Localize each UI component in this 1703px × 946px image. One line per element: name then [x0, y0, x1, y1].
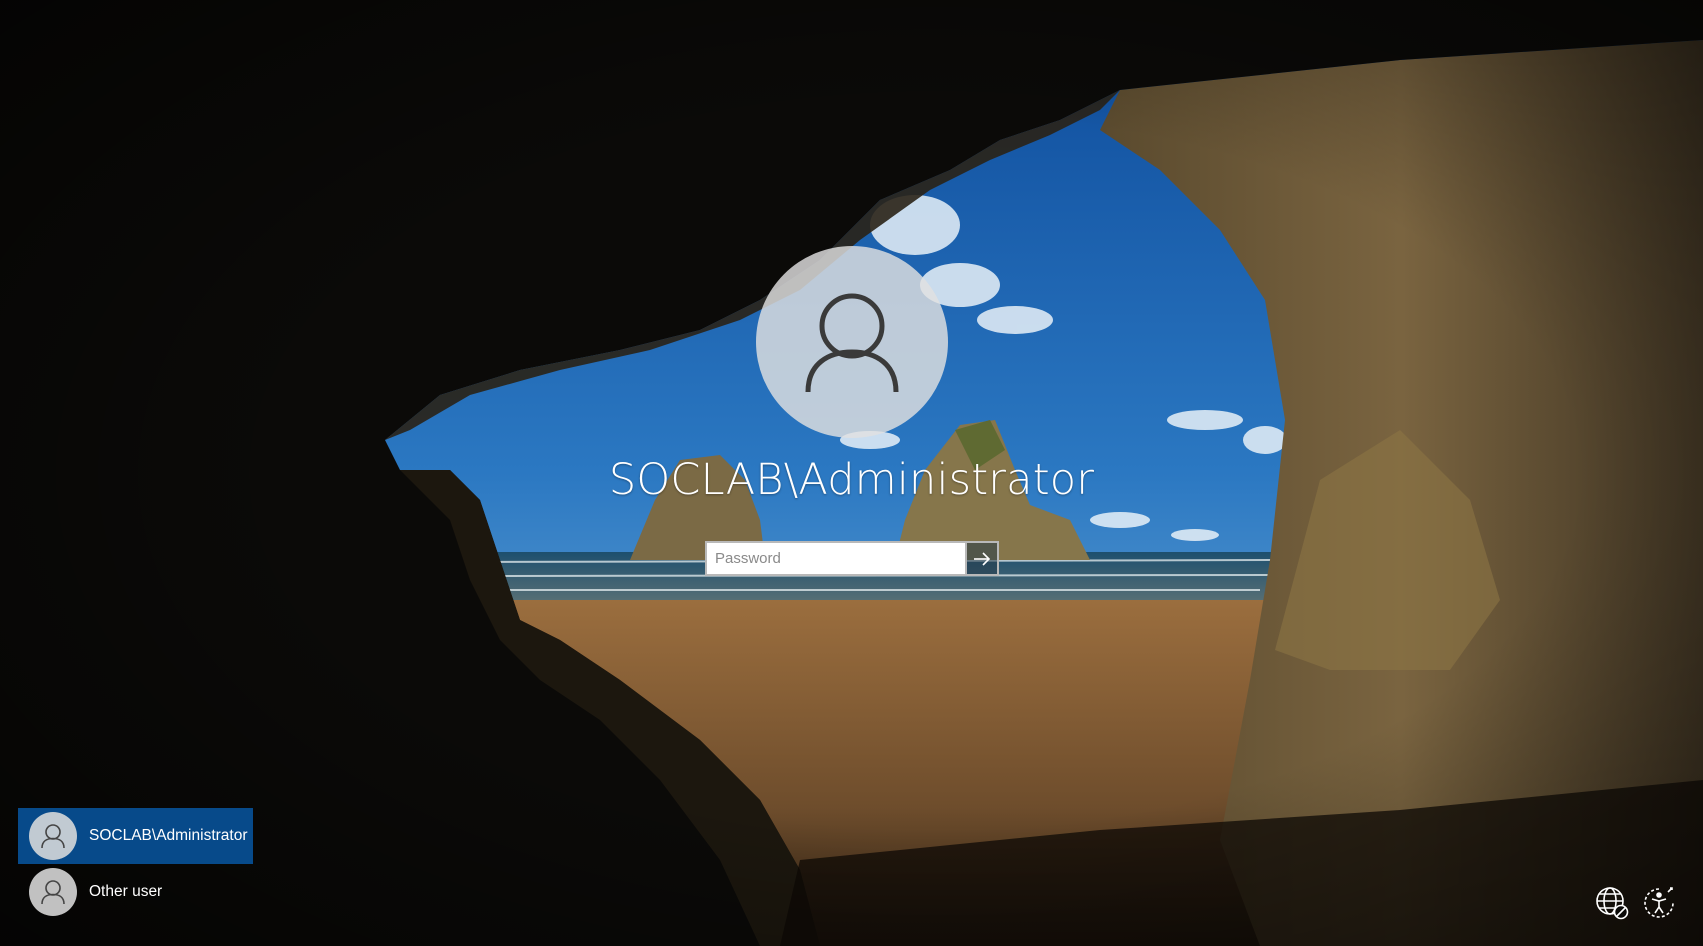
user-item-administrator[interactable]: SOCLAB\Administrator [18, 808, 253, 864]
network-button[interactable] [1594, 885, 1630, 921]
password-row [705, 541, 999, 576]
mini-avatar [29, 868, 77, 916]
user-item-label: Other user [89, 883, 163, 900]
user-avatar [756, 246, 948, 438]
network-globe-icon [1596, 887, 1629, 920]
lock-screen: SOCLAB\Administrator SOCLAB\Administrato… [0, 0, 1703, 946]
user-list: SOCLAB\Administrator Other user [18, 808, 253, 920]
password-field[interactable] [705, 541, 967, 576]
user-item-other-user[interactable]: Other user [18, 864, 253, 920]
submit-button[interactable] [967, 541, 999, 576]
mini-avatar [29, 812, 77, 860]
account-name: SOCLAB\Administrator [608, 455, 1095, 505]
user-icon [41, 880, 65, 905]
user-icon [41, 824, 65, 849]
ease-of-access-icon [1644, 887, 1674, 918]
user-item-label: SOCLAB\Administrator [89, 827, 248, 844]
ease-of-access-button[interactable] [1641, 885, 1677, 921]
arrow-right-icon [974, 551, 991, 566]
user-icon [805, 293, 899, 393]
